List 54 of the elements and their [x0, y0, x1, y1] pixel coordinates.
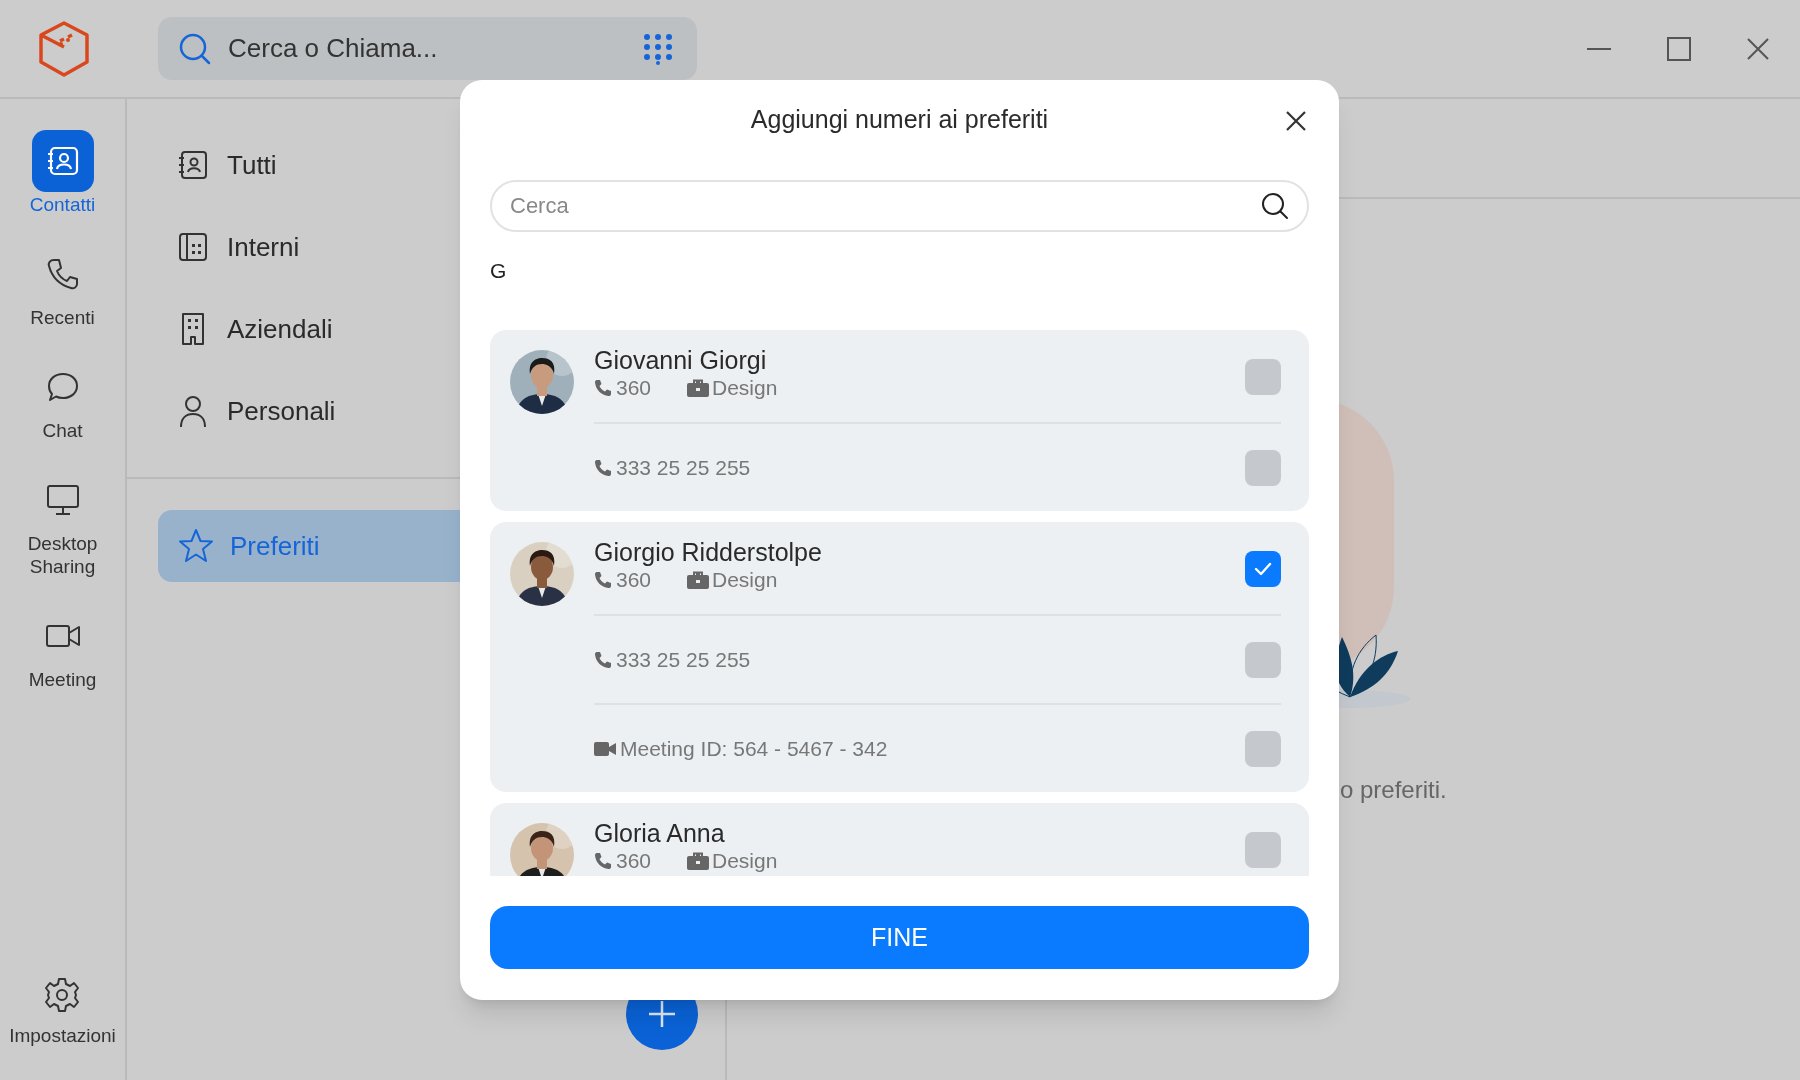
nav-item[interactable]: Chat	[7, 356, 118, 442]
logo-icon	[36, 19, 91, 78]
building-icon	[179, 312, 207, 346]
search-field[interactable]: Cerca	[490, 180, 1309, 232]
plus-icon	[648, 1000, 676, 1028]
nav-item[interactable]: Meeting	[7, 605, 118, 691]
contact-name: Giovanni Giorgi	[594, 345, 768, 375]
done-button[interactable]: FINE	[490, 906, 1309, 969]
person-icon	[178, 394, 208, 428]
checkbox[interactable]	[1245, 449, 1281, 486]
monitor-icon	[45, 483, 80, 517]
department-text: Design	[712, 375, 778, 401]
department-text: Design	[712, 848, 778, 874]
nav-item[interactable]: Recenti	[7, 243, 118, 329]
chat-bubble-icon	[45, 370, 80, 404]
settings-item[interactable]: Impostazioni	[9, 975, 116, 1050]
extension-text: 360	[616, 848, 652, 874]
briefcase-icon	[687, 571, 709, 589]
maximize-icon[interactable]	[1667, 36, 1691, 61]
phone-number-text: 333 25 25 255	[616, 454, 751, 481]
checkbox[interactable]	[1245, 551, 1281, 587]
contact-book-icon	[45, 144, 80, 178]
phone-icon	[594, 458, 612, 477]
search-icon	[1261, 192, 1289, 220]
meeting-id-text: Meeting ID: 564 - 5467 - 342	[620, 735, 888, 762]
contact-book-icon	[177, 149, 209, 181]
checkbox[interactable]	[1245, 641, 1281, 678]
phone-icon	[45, 257, 80, 291]
search-icon	[178, 31, 212, 66]
phone-icon	[594, 650, 612, 669]
settings-icon	[43, 975, 82, 1014]
extension-text: 360	[616, 375, 652, 401]
briefcase-icon	[687, 379, 709, 397]
dialpad-icon[interactable]	[643, 32, 673, 65]
star-icon	[178, 528, 214, 564]
checkbox[interactable]	[1245, 832, 1281, 868]
section-letter: G	[490, 258, 507, 285]
dialog-title: Aggiungi numeri ai preferiti	[750, 104, 1049, 136]
phone-icon	[594, 379, 612, 397]
checkbox[interactable]	[1245, 359, 1281, 395]
video-camera-icon	[594, 740, 616, 757]
contact-name: Gloria Anna	[594, 818, 726, 848]
nav-item[interactable]: Desktop Sharing	[7, 469, 118, 578]
close-icon[interactable]	[1285, 110, 1307, 132]
phone-icon	[594, 571, 612, 589]
checkbox[interactable]	[1245, 730, 1281, 767]
extension-list-icon	[177, 231, 209, 263]
phone-icon	[594, 852, 612, 870]
empty-state-text: o preferiti.	[1340, 775, 1447, 805]
search-bar[interactable]: Cerca o Chiama...	[158, 17, 697, 80]
video-camera-icon	[44, 622, 81, 650]
search-placeholder: Cerca o Chiama...	[228, 32, 439, 65]
briefcase-icon	[687, 852, 709, 870]
phone-number-text: 333 25 25 255	[616, 646, 751, 673]
